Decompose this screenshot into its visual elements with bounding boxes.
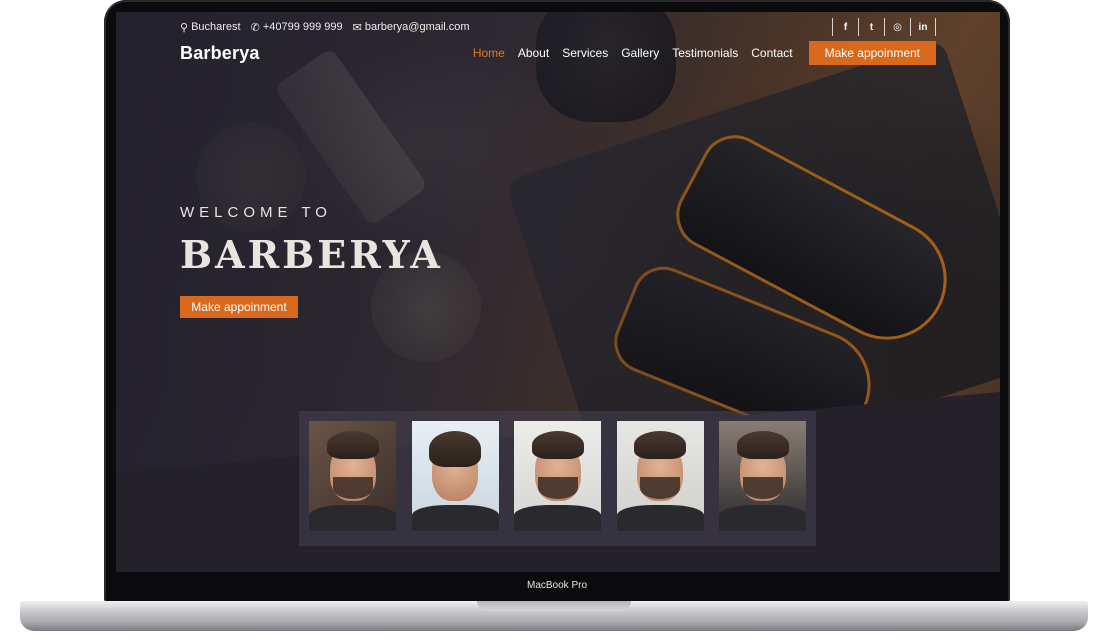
envelope-icon: ✉ [352,21,362,34]
gallery-image-beard [537,477,578,499]
nav-link-home[interactable]: Home [473,46,505,60]
gallery-image-hair [736,431,789,459]
phone-text: +40799 999 999 [262,21,343,33]
phone-item[interactable]: ✆ +40799 999 999 [251,21,343,34]
laptop-base-notch [477,601,631,611]
nav-link-services[interactable]: Services [562,46,608,60]
nav-link-gallery[interactable]: Gallery [621,46,659,60]
gallery-image-beard [332,477,373,499]
gallery-image-hair [634,431,686,459]
nav-menu: Home About Services Gallery Testimonials… [460,41,936,65]
gallery-image-shirt [514,505,601,531]
phone-icon: ✆ [250,21,260,34]
gallery-image[interactable] [411,421,499,531]
website-screen: ⚲ Bucharest ✆ +40799 999 999 ✉ barberya@… [116,12,1000,572]
nav-link-about[interactable]: About [518,46,549,60]
main-navbar: Barberya Home About Services Gallery Tes… [180,40,936,66]
location-text: Bucharest [191,21,241,33]
hero-title: BARBERYA [180,232,443,277]
gallery-image[interactable] [514,421,601,531]
email-item[interactable]: ✉ barberya@gmail.com [353,21,470,34]
hero-subtitle: WELCOME TO [180,204,332,221]
facebook-icon[interactable]: f [832,18,858,36]
map-marker-icon: ⚲ [180,21,189,34]
twitter-icon[interactable]: t [858,18,884,36]
gallery-image[interactable] [616,421,704,531]
gallery-image-beard [742,477,783,499]
nav-link-testimonials[interactable]: Testimonials [672,46,738,60]
gallery-image-shirt [719,505,806,531]
gallery-image[interactable] [309,421,396,531]
linkedin-icon[interactable]: in [910,18,936,36]
instagram-icon[interactable]: ◎ [884,18,910,36]
brand-logo[interactable]: Barberya [180,43,260,64]
gallery-image-shirt [309,505,396,531]
location-item: ⚲ Bucharest [180,21,241,34]
haircut-gallery [299,411,816,546]
social-links: f t ◎ in [832,18,936,36]
device-label: MacBook Pro [526,580,588,591]
gallery-image-hair [429,431,481,467]
gallery-image-shirt [411,505,499,531]
gallery-image-hair [326,431,379,459]
gallery-image-shirt [616,505,704,531]
gallery-image[interactable] [719,421,806,531]
nav-appointment-button[interactable]: Make appoinment [808,41,936,65]
top-contact-bar: ⚲ Bucharest ✆ +40799 999 999 ✉ barberya@… [180,18,936,36]
gallery-image-hair [531,431,584,459]
email-text: barberya@gmail.com [364,21,470,33]
hero-appointment-button[interactable]: Make appoinment [180,296,298,318]
nav-link-contact[interactable]: Contact [751,46,792,60]
gallery-image-beard [640,477,680,499]
